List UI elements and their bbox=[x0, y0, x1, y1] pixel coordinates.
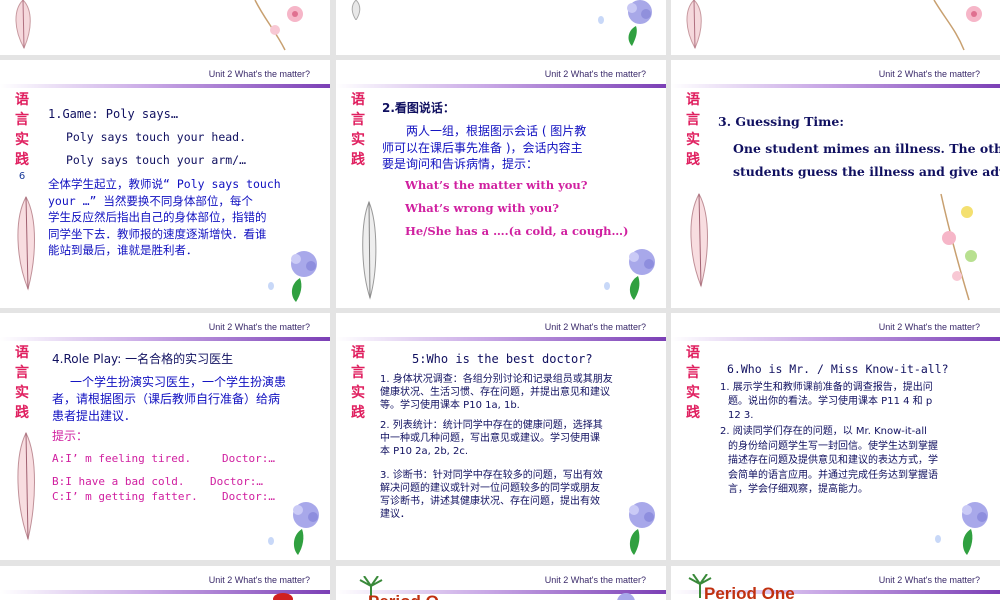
feather-decoration-icon bbox=[15, 0, 31, 50]
paragraph: 3. 诊断书：针对同学中存在较多的问题，写出有效 解决问题的建议或针对一位问题较… bbox=[380, 470, 603, 520]
slide-title: 5:Who is the best doctor? bbox=[412, 352, 593, 366]
feather-decoration-icon bbox=[362, 200, 377, 300]
header-bar bbox=[0, 337, 330, 341]
slide-2 bbox=[336, 0, 666, 55]
header-bar bbox=[671, 84, 1000, 88]
header-bar bbox=[336, 337, 666, 341]
slide-12: Unit 2 What's the matter? Period One bbox=[671, 566, 1000, 600]
header-bar bbox=[0, 84, 330, 88]
hydrangea-icon bbox=[627, 0, 652, 46]
slide-title: 3. Guessing Time: bbox=[718, 114, 844, 129]
slide-3 bbox=[671, 0, 1000, 55]
slide-know-it-all: Unit 2 What's the matter? 语 言 实 践 6.Who … bbox=[671, 313, 1000, 560]
feather-decoration-icon bbox=[351, 0, 361, 20]
bubble-decoration bbox=[268, 537, 274, 545]
feather-decoration-icon bbox=[690, 192, 708, 288]
bubble-decoration bbox=[604, 282, 610, 290]
feather-decoration-icon bbox=[17, 195, 35, 291]
period-title: Period One bbox=[704, 584, 795, 600]
side-label: 语 言 实 践 bbox=[686, 345, 700, 421]
side-label: 语 言 实 践 bbox=[351, 92, 365, 168]
side-label: 语 言 实 践 bbox=[351, 345, 365, 421]
side-label: 语 言 实 践 bbox=[686, 92, 700, 168]
slide-picture-talk: Unit 2 What's the matter? 语 言 实 践 2.看图说话… bbox=[336, 60, 666, 308]
paragraph: 2. 阅读同学们存在的问题，以 Mr. Know-it-all 的身份给问题学生… bbox=[720, 426, 938, 495]
flower-branch-icon bbox=[254, 0, 303, 51]
strawberry-icon bbox=[273, 593, 293, 600]
slide-header: Unit 2 What's the matter? bbox=[878, 322, 980, 332]
description: 两人一组，根据图示会话 ( 图片教 师可以在课后事先准备 )，会话内容主 要是询… bbox=[382, 124, 587, 171]
bubble-decoration bbox=[268, 282, 274, 290]
hint-label: 提示： bbox=[52, 429, 89, 443]
paragraph: 2. 列表统计：统计同学中存在的健康问题，选择其 中一种或几种问题，写出意见或建… bbox=[380, 420, 603, 457]
hydrangea-icon bbox=[629, 249, 655, 300]
slide-game-poly-says: Unit 2 What's the matter? 语 言 实 践 6 1.Ga… bbox=[0, 60, 330, 308]
hydrangea-icon bbox=[291, 251, 317, 302]
slide-header: Unit 2 What's the matter? bbox=[544, 69, 646, 79]
side-label: 语 言 实 践 6 bbox=[12, 90, 32, 184]
dialogue-doctor: Doctor:… bbox=[210, 475, 263, 488]
paragraph: 1. 身体状况调查：各组分别讨论和记录组员或其朋友 健康状况、生活习惯、存在问题… bbox=[380, 374, 613, 411]
slide-header: Unit 2 What's the matter? bbox=[878, 69, 980, 79]
paragraph: 1. 展示学生和教师课前准备的调查报告，提出问 题。说出你的看法。学习使用课本 … bbox=[720, 382, 933, 421]
slide-header: Unit 2 What's the matter? bbox=[208, 69, 310, 79]
slide-title: 4.Role Play: 一名合格的实习医生 bbox=[52, 352, 234, 366]
slide-header: Unit 2 What's the matter? bbox=[208, 322, 310, 332]
feather-decoration-icon bbox=[686, 0, 702, 50]
slide-header: Unit 2 What's the matter? bbox=[878, 575, 980, 585]
dialogue-line: C:I’ m getting fatter. bbox=[52, 490, 198, 503]
slide-header: Unit 2 What's the matter? bbox=[208, 575, 310, 585]
slide-guessing-time: Unit 2 What's the matter? 语 言 实 践 3. Gue… bbox=[671, 60, 1000, 308]
slide-1 bbox=[0, 0, 330, 55]
prompt-line: What’s the matter with you? bbox=[405, 178, 588, 192]
header-bar bbox=[336, 84, 666, 88]
slide-title: 6.Who is Mr. / Miss Know-it-all? bbox=[727, 362, 949, 376]
slide-title: 1.Game: Poly says… bbox=[48, 107, 179, 121]
period-title: Period O bbox=[368, 592, 439, 600]
feather-decoration-icon bbox=[17, 431, 35, 541]
dialogue-line: A:I’ m feeling tired. bbox=[52, 452, 192, 465]
flower-branch-icon bbox=[940, 193, 977, 301]
hydrangea-icon bbox=[293, 502, 319, 555]
slide-title: 2.看图说话： bbox=[382, 101, 455, 115]
slide-header: Unit 2 What's the matter? bbox=[544, 322, 646, 332]
dialogue-doctor: Doctor:… bbox=[222, 490, 275, 503]
side-label: 语 言 实 践 bbox=[15, 345, 29, 421]
flower-branch-icon bbox=[933, 0, 982, 51]
dialogue-line: B:I have a bad cold. bbox=[52, 475, 185, 488]
prompt-line: He/She has a ….(a cold, a cough…) bbox=[405, 224, 629, 238]
description: 全体学生起立，教师说“ Poly says touch your …” 当然要换… bbox=[48, 177, 281, 257]
prompt-line: What’s wrong with you? bbox=[405, 201, 559, 215]
dialogue-doctor: Doctor:… bbox=[222, 452, 275, 465]
hydrangea-icon bbox=[962, 502, 988, 555]
slide-best-doctor: Unit 2 What's the matter? 语 言 实 践 5:Who … bbox=[336, 313, 666, 560]
description: One student mimes an illness. The other … bbox=[733, 141, 1000, 179]
slide-11: Unit 2 What's the matter? Period O bbox=[336, 566, 666, 600]
hydrangea-icon bbox=[629, 502, 655, 555]
slide-10: Unit 2 What's the matter? bbox=[0, 566, 330, 600]
bubble-decoration bbox=[935, 535, 941, 543]
slide-header: Unit 2 What's the matter? bbox=[544, 575, 646, 585]
slide-number: 6 bbox=[18, 171, 26, 182]
bubble-decoration bbox=[598, 16, 604, 24]
hydrangea-icon bbox=[617, 593, 635, 600]
text-line: Poly says touch your head. bbox=[66, 130, 247, 144]
slide-role-play: Unit 2 What's the matter? 语 言 实 践 4.Role… bbox=[0, 313, 330, 560]
header-bar bbox=[671, 337, 1000, 341]
description: 一个学生扮演实习医生，一个学生扮演患 者，请根据图示（课后教师自行准备）给病 患… bbox=[52, 375, 287, 423]
text-line: Poly says touch your arm/… bbox=[66, 153, 247, 167]
